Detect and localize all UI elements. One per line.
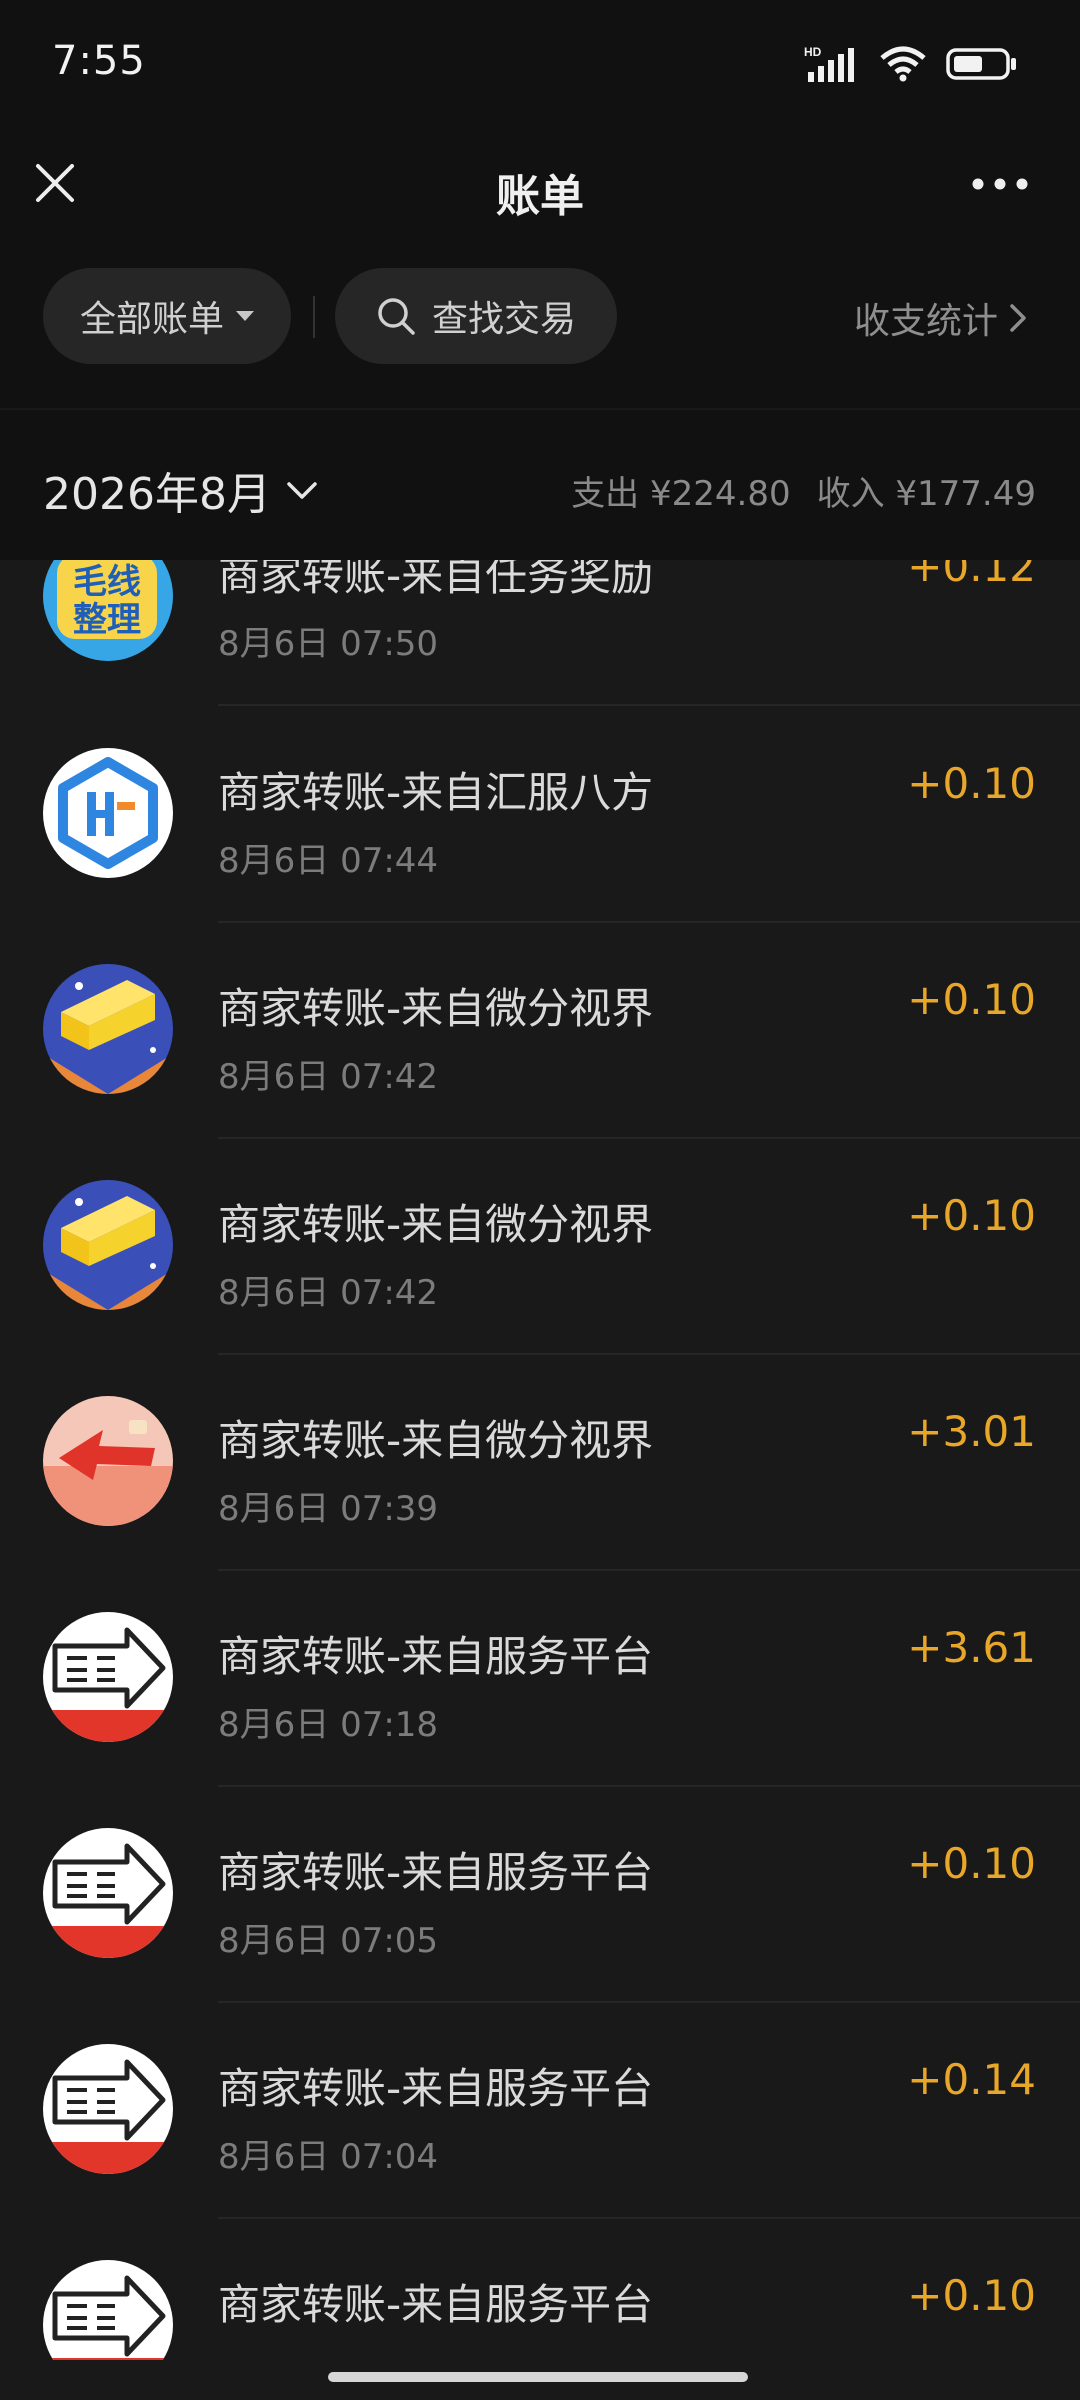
page-title: 账单 xyxy=(496,171,584,222)
expense-total: 支出 ¥224.80 xyxy=(571,474,791,514)
network-label: HD xyxy=(804,45,822,59)
filter-bar: 全部账单 查找交易 收支统计 xyxy=(0,244,1080,408)
yellow-block-avatar xyxy=(43,964,173,1094)
yellow-block-avatar xyxy=(43,1180,173,1310)
battery-icon xyxy=(946,48,1016,80)
home-indicator[interactable] xyxy=(328,2372,748,2382)
transaction-time: 8月6日 07:05 xyxy=(218,1921,439,1961)
arrow-sign-avatar xyxy=(43,2260,173,2360)
transaction-amount: +0.10 xyxy=(907,1839,1036,1888)
transaction-time: 8月6日 07:18 xyxy=(218,1705,439,1745)
transaction-time: 8月6日 07:04 xyxy=(218,2137,439,2177)
transaction-title: 商家转账-来自微分视界 xyxy=(218,1416,654,1465)
transaction-title: 商家转账-来自服务平台 xyxy=(218,2280,654,2329)
arrow-sign-avatar xyxy=(43,2044,173,2174)
bill-screen: 7:55 HD 账单 全部账单 查找交易 收支统计 2026年8月 支出 ¥22… xyxy=(0,0,1080,2400)
chevron-down-icon xyxy=(287,482,317,499)
transaction-title: 商家转账-来自服务平台 xyxy=(218,1632,654,1681)
transaction-title: 商家转账-来自服务平台 xyxy=(218,1848,654,1897)
transaction-amount: +0.10 xyxy=(907,2271,1036,2320)
transaction-amount: +0.10 xyxy=(907,1191,1036,1240)
transaction-row[interactable]: 商家转账-来自微分视界 8月6日 07:39 +3.01 xyxy=(0,1355,1080,1571)
transaction-row[interactable]: 商家转账-来自微分视界 8月6日 07:42 +0.10 xyxy=(0,1139,1080,1355)
transaction-time: 8月6日 07:39 xyxy=(218,1489,439,1529)
chevron-right-icon xyxy=(1010,304,1026,332)
transaction-time: 8月6日 07:42 xyxy=(218,1273,439,1313)
hf-avatar xyxy=(43,748,173,878)
arrow-sign-avatar xyxy=(43,1612,173,1742)
transaction-time: 8月6日 07:50 xyxy=(218,624,439,664)
transaction-amount: +0.10 xyxy=(907,759,1036,808)
status-icons: HD xyxy=(804,44,1018,84)
search-icon xyxy=(378,298,415,335)
transaction-row[interactable]: 商家转账-来自服务平台 8月6日 07:18 +3.61 xyxy=(0,1571,1080,1787)
transaction-title: 商家转账-来自任务奖励 xyxy=(218,560,654,600)
red-arrow-avatar xyxy=(43,1396,173,1526)
transaction-amount: +3.61 xyxy=(907,1623,1036,1672)
transaction-row[interactable]: 商家转账-来自汇服八方 8月6日 07:44 +0.10 xyxy=(0,707,1080,923)
signal-icon: HD xyxy=(804,45,854,82)
status-bar: 7:55 HD xyxy=(0,0,1080,124)
month-summary: 支出 ¥224.80 收入 ¥177.49 xyxy=(545,466,1036,515)
transaction-title: 商家转账-来自汇服八方 xyxy=(218,768,654,817)
transaction-time: 8月6日 07:42 xyxy=(218,1057,439,1097)
svg-text:毛线: 毛线 xyxy=(73,562,141,602)
all-bills-dropdown[interactable]: 全部账单 xyxy=(43,268,291,364)
transaction-row[interactable]: 商家转账-来自服务平台 8月6日 07:04 +0.14 xyxy=(0,2003,1080,2219)
month-bar: 2026年8月 支出 ¥224.80 收入 ¥177.49 xyxy=(0,410,1080,560)
income-expense-stats-link[interactable]: 收支统计 xyxy=(854,292,1032,344)
task-reward-avatar: 毛线 整理 xyxy=(43,560,173,661)
all-bills-label: 全部账单 xyxy=(79,299,224,340)
month-selector[interactable]: 2026年8月 xyxy=(43,458,319,522)
transaction-row[interactable]: 毛线 整理 商家转账-来自任务奖励 8月6日 07:50 +0.12 xyxy=(0,560,1080,707)
month-label: 2026年8月 xyxy=(43,469,271,520)
income-total: 收入 ¥177.49 xyxy=(816,474,1036,514)
caret-down-icon xyxy=(236,311,254,321)
search-label: 查找交易 xyxy=(431,299,576,340)
row-divider xyxy=(218,704,1080,706)
transaction-amount: +0.10 xyxy=(907,975,1036,1024)
svg-text:整理: 整理 xyxy=(73,600,141,640)
transaction-title: 商家转账-来自服务平台 xyxy=(218,2064,654,2113)
transaction-amount: +3.01 xyxy=(907,1407,1036,1456)
more-icon[interactable] xyxy=(970,174,1030,194)
status-time: 7:55 xyxy=(52,38,146,84)
transaction-time: 8月6日 07:44 xyxy=(218,841,439,881)
transaction-row[interactable]: 商家转账-来自服务平台 +0.10 xyxy=(0,2219,1080,2360)
transaction-title: 商家转账-来自微分视界 xyxy=(218,1200,654,1249)
transaction-title: 商家转账-来自微分视界 xyxy=(218,984,654,1033)
search-transaction-button[interactable]: 查找交易 xyxy=(335,268,617,364)
transaction-row[interactable]: 商家转账-来自微分视界 8月6日 07:42 +0.10 xyxy=(0,923,1080,1139)
transaction-row[interactable]: 商家转账-来自服务平台 8月6日 07:05 +0.10 xyxy=(0,1787,1080,2003)
transaction-amount: +0.12 xyxy=(907,560,1036,591)
arrow-sign-avatar xyxy=(43,1828,173,1958)
transaction-list: 毛线 整理 商家转账-来自任务奖励 8月6日 07:50 +0.12 商家转账-… xyxy=(0,560,1080,2360)
filter-divider xyxy=(313,296,315,338)
stats-label: 收支统计 xyxy=(853,301,998,342)
transaction-amount: +0.14 xyxy=(907,2055,1036,2104)
wifi-icon xyxy=(880,46,926,82)
